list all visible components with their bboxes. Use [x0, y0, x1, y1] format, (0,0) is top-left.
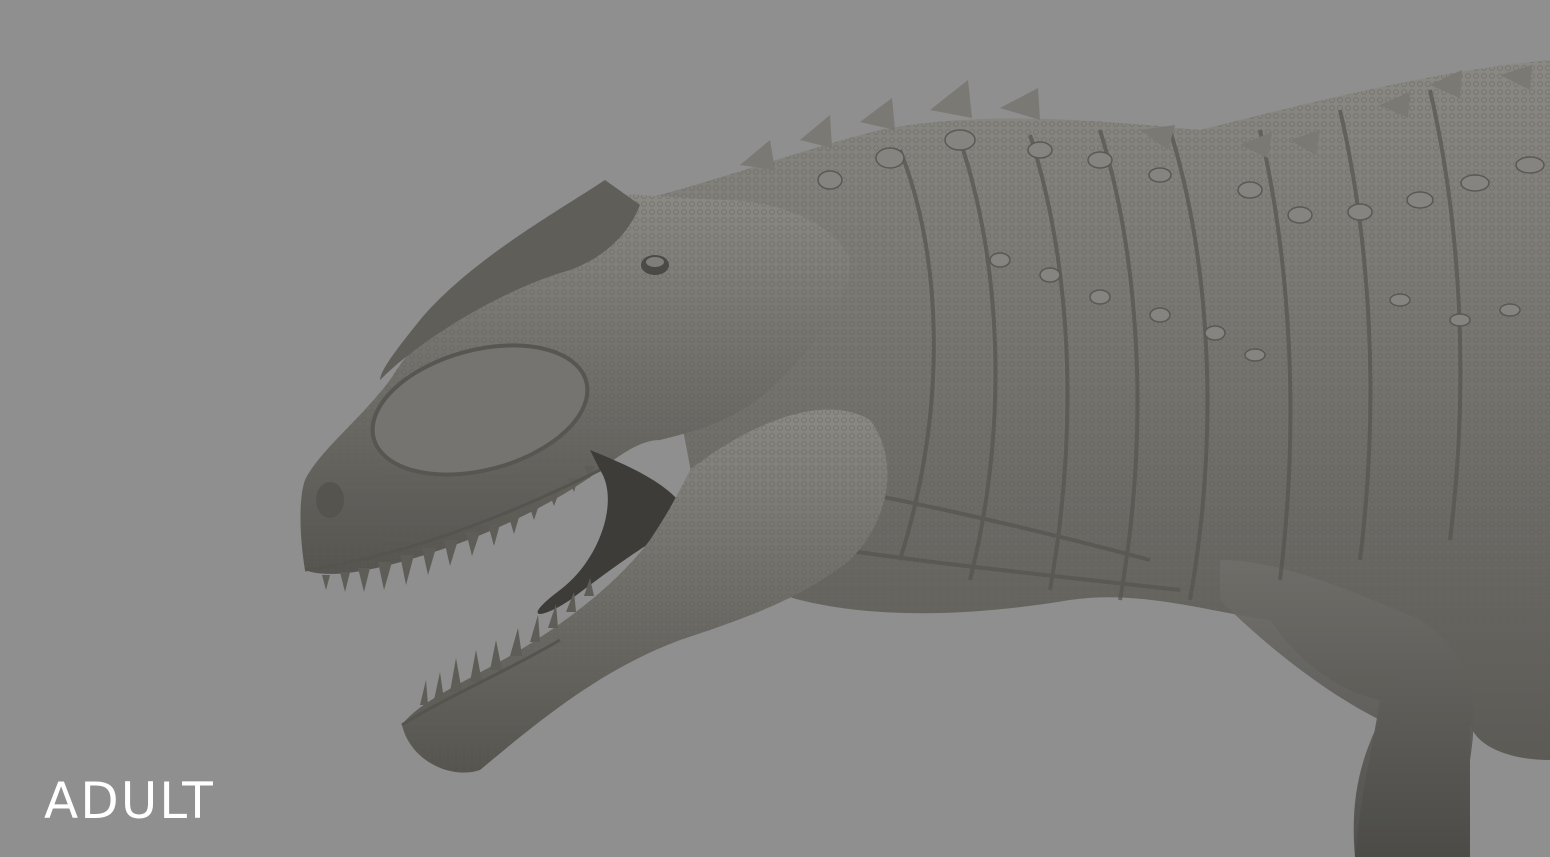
stage-label: ADULT: [44, 772, 215, 830]
dinosaur-sculpt-image: [300, 60, 1550, 857]
render-viewport: ADULT: [0, 0, 1550, 857]
